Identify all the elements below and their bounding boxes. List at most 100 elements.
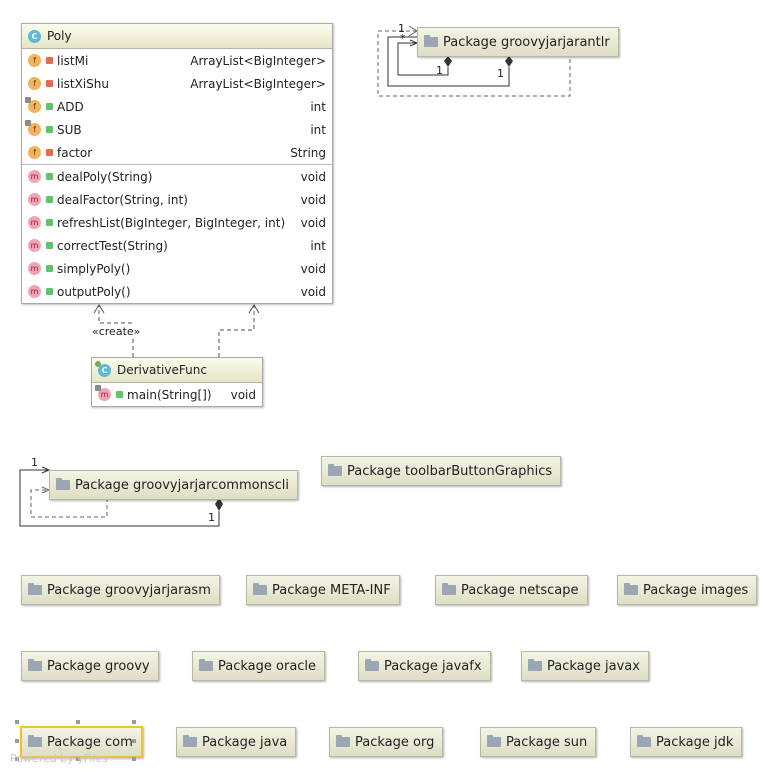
static-field-icon: f [25,120,41,136]
package-groovyjarjarasm[interactable]: Package groovyjarjarasm [21,575,220,605]
field-type: int [310,122,326,137]
antlr-multiplicity-a: 1 [436,64,443,77]
selection-handle[interactable] [132,720,136,724]
class-poly-methods: m dealPoly(String) void m dealFactor(Str… [22,164,332,303]
package-javafx[interactable]: Package javafx [358,651,491,681]
package-org[interactable]: Package org [329,727,444,757]
public-access-icon [116,391,123,398]
static-field-icon: f [25,97,41,113]
method-name: simplyPoly() [57,261,131,276]
method-name: refreshList(BigInteger, BigInteger, int) [57,215,286,230]
field-row-factor[interactable]: f factor String [22,141,332,164]
method-return-type: void [300,215,326,230]
package-groovyjarjarcommonscli[interactable]: Package groovyjarjarcommonscli [49,470,298,500]
antlr-composition-diamond-b [505,56,513,67]
method-name: outputPoly() [57,284,131,299]
field-icon-letter: f [33,125,36,134]
cli-multiplicity-top: 1 [31,456,38,469]
public-access-icon [46,126,53,133]
class-derivativefunc[interactable]: C DerivativeFunc m main(String[]) void [91,357,263,407]
field-row-listmi[interactable]: f listMi ArrayList<BigInteger> [22,49,332,72]
static-marker-icon [95,385,101,391]
package-folder-icon [442,583,456,595]
package-label: Package groovyjarjarcommonscli [75,477,289,493]
usage-dependency-line [218,306,255,357]
package-label: Package images [643,582,749,598]
selection-handle[interactable] [15,739,19,743]
method-name: main(String[]) [127,387,212,402]
main-class-marker-icon [95,360,101,367]
class-poly-name: Poly [47,29,72,43]
selection-handle[interactable] [132,739,136,743]
package-javax[interactable]: Package javax [521,651,649,681]
package-label: Package javafx [384,658,482,674]
selection-handle[interactable] [132,757,136,761]
package-images[interactable]: Package images [617,575,758,605]
field-icon: f [28,146,41,159]
method-row-dealpoly[interactable]: m dealPoly(String) void [22,165,332,188]
package-folder-icon [424,35,438,47]
package-label: Package META-INF [272,582,391,598]
package-groovyjarjarantlr[interactable]: Package groovyjarjarantlr [417,27,619,57]
package-netscape[interactable]: Package netscape [435,575,588,605]
package-sun[interactable]: Package sun [480,727,597,757]
package-folder-icon [183,735,197,747]
package-folder-icon [365,659,379,671]
field-name: listXiShu [57,76,110,91]
field-type: String [290,145,326,160]
field-row-sub[interactable]: f SUB int [22,118,332,141]
method-row-simplypoly[interactable]: m simplyPoly() void [22,257,332,280]
package-groovy[interactable]: Package groovy [21,651,159,681]
method-row-refreshlist[interactable]: m refreshList(BigInteger, BigInteger, in… [22,211,332,234]
package-label: Package groovyjarjarantlr [443,34,610,50]
package-folder-icon [56,478,70,490]
method-icon: m [28,193,41,206]
method-row-outputpoly[interactable]: m outputPoly() void [22,280,332,303]
method-row-correcttest[interactable]: m correctTest(String) int [22,234,332,257]
class-derivativefunc-name: DerivativeFunc [117,363,207,377]
public-access-icon [46,265,53,272]
package-jdk[interactable]: Package jdk [630,727,743,757]
field-row-add[interactable]: f ADD int [22,95,332,118]
private-lock-icon [46,149,53,156]
package-folder-icon [28,583,42,595]
package-folder-icon [624,583,638,595]
antlr-multiplicity-b: 1 [497,67,504,80]
class-poly-header[interactable]: C Poly [22,24,332,49]
package-java[interactable]: Package java [176,727,297,757]
selection-handle[interactable] [76,720,80,724]
class-poly[interactable]: C Poly f listMi ArrayList<BigInteger> f … [21,23,333,304]
field-icon-letter: f [33,102,36,111]
package-label: Package oracle [218,658,317,674]
public-access-icon [46,103,53,110]
class-derivativefunc-methods: m main(String[]) void [92,383,262,406]
class-derivativefunc-header[interactable]: C DerivativeFunc [92,358,262,383]
method-return-type: void [300,169,326,184]
class-icon-letter: C [101,365,108,375]
field-type: ArrayList<BigInteger> [190,53,326,68]
package-folder-icon [528,659,542,671]
method-icon: m [28,239,41,252]
package-oracle[interactable]: Package oracle [192,651,326,681]
package-toolbarbuttongraphics[interactable]: Package toolbarButtonGraphics [321,456,562,486]
method-row-main[interactable]: m main(String[]) void [92,383,262,406]
package-folder-icon [28,659,42,671]
method-return-type: void [300,261,326,276]
package-meta-inf[interactable]: Package META-INF [246,575,400,605]
selection-handle[interactable] [15,720,19,724]
method-return-type: int [310,238,326,253]
package-label: Package groovyjarjarasm [47,582,211,598]
antlr-composition-diamond-a [444,56,452,67]
method-name: dealFactor(String, int) [57,192,188,207]
method-icon-letter: m [100,390,109,399]
package-label: Package javax [547,658,640,674]
class-icon: C [95,360,111,377]
method-row-dealfactor[interactable]: m dealFactor(String, int) void [22,188,332,211]
field-row-listxishu[interactable]: f listXiShu ArrayList<BigInteger> [22,72,332,95]
package-folder-icon [28,735,42,747]
package-label: Package toolbarButtonGraphics [347,463,553,479]
cli-multiplicity-bottom: 1 [208,511,215,524]
package-folder-icon [336,735,350,747]
method-return-type: void [300,284,326,299]
class-poly-fields: f listMi ArrayList<BigInteger> f listXiS… [22,49,332,164]
